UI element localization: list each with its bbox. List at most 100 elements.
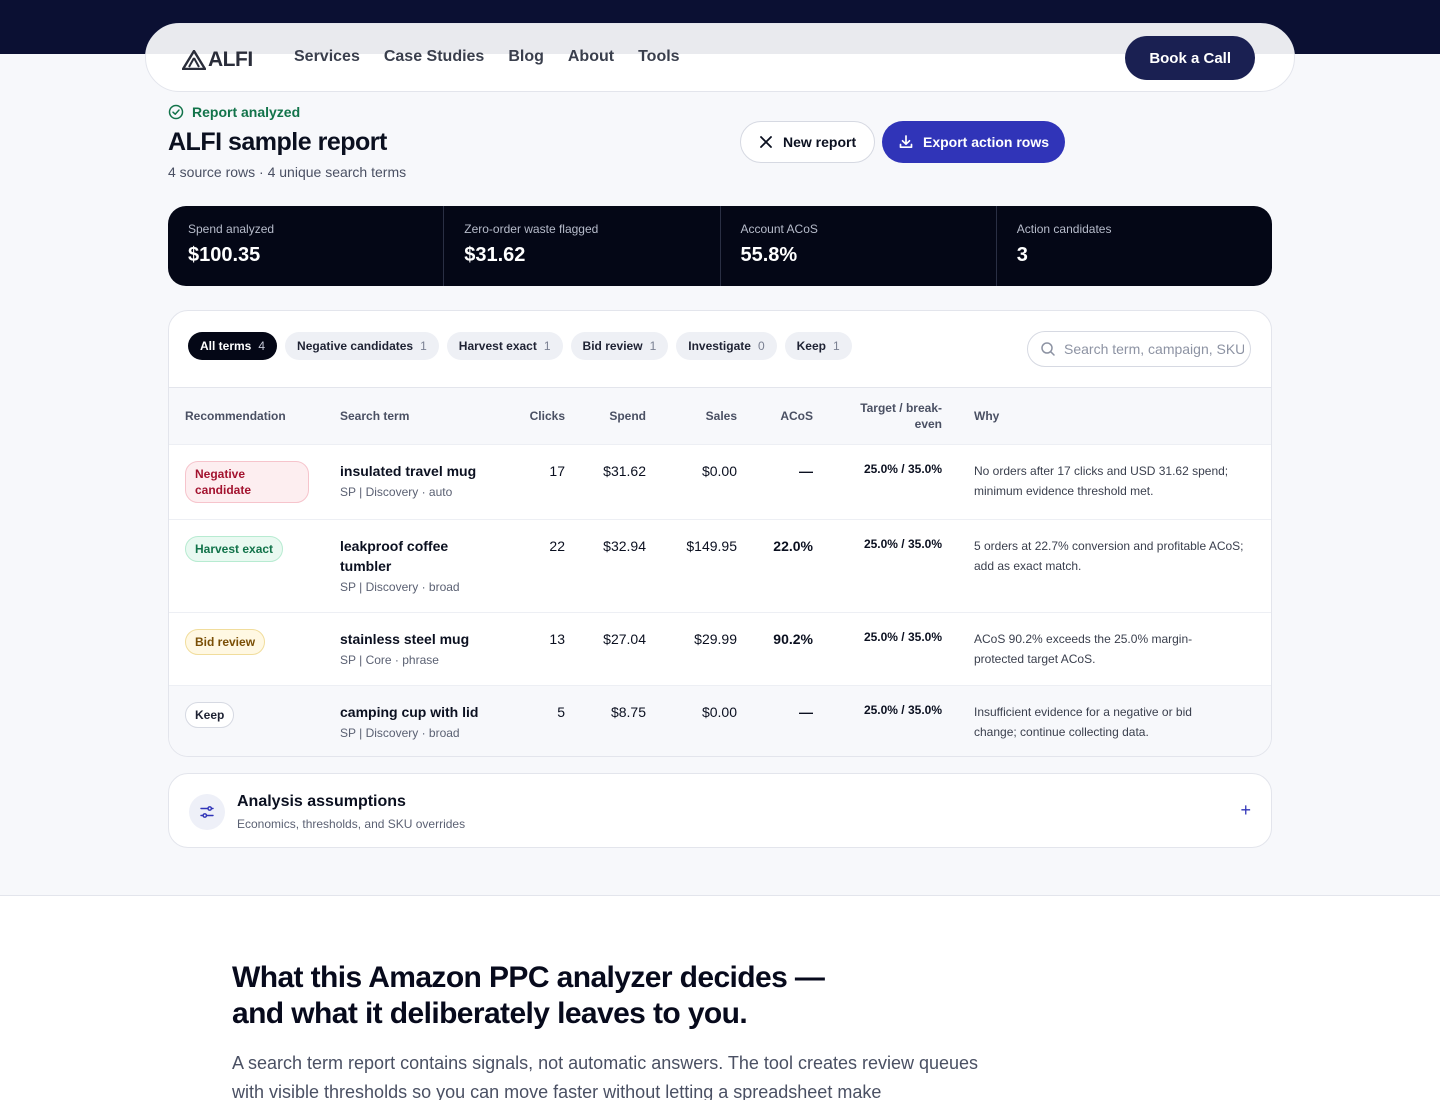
filter-bid-review[interactable]: Bid review 1 [570, 332, 669, 360]
table-row[interactable]: Bid review stainless steel mug SP | Core… [169, 613, 1271, 686]
filter-count: 1 [832, 339, 840, 353]
stat-label: Account ACoS [740, 222, 818, 236]
recommendation-badge: Harvest exact [185, 536, 284, 562]
filter-negative-candidates[interactable]: Negative candidates 1 [285, 332, 439, 360]
col-why: Why [974, 409, 1000, 423]
target-value: 25.0% / 35.0% [863, 537, 942, 551]
filter-all-terms[interactable]: All terms 4 [188, 332, 278, 360]
stat-value: $31.62 [464, 244, 526, 266]
acos-value: 22.0% [773, 538, 813, 554]
campaign-meta: SP | Discovery · broad [340, 580, 460, 594]
search-box [1027, 331, 1251, 367]
spend-value: $32.94 [603, 538, 646, 554]
nav-link-case-studies[interactable]: Case Studies [384, 48, 484, 66]
status-text: Report analyzed [192, 104, 301, 120]
close-icon [760, 136, 772, 148]
target-value: 25.0% / 35.0% [863, 703, 942, 717]
stat-account-acos: Account ACoS 55.8% [719, 206, 996, 286]
recommendation-cell: Keep [185, 702, 235, 728]
report-header: Report analyzed ALFI sample report 4 sou… [168, 100, 1272, 190]
page-title: ALFI sample report [168, 128, 387, 156]
new-report-button[interactable]: New report [740, 121, 876, 163]
search-term-cell: stainless steel mug SP | Core · phrase [340, 629, 500, 667]
filter-count: 4 [258, 339, 266, 353]
col-search-term[interactable]: Search term [340, 408, 409, 424]
recommendation-badge: Keep [185, 702, 235, 728]
export-label: Export action rows [923, 134, 1050, 150]
stat-value: 3 [1016, 244, 1028, 266]
search-term: insulated travel mug [340, 463, 477, 479]
filter-label: Keep [796, 339, 826, 353]
book-call-button[interactable]: Book a Call [1125, 36, 1255, 80]
filter-harvest-exact[interactable]: Harvest exact 1 [446, 332, 563, 360]
search-term-cell: leakproof coffee tumbler SP | Discovery … [340, 536, 500, 594]
table-row[interactable]: Keep camping cup with lid SP | Discovery… [169, 686, 1271, 756]
filter-label: Investigate [688, 339, 751, 353]
stat-label: Zero-order waste flagged [464, 222, 599, 236]
clicks-value: 5 [557, 704, 565, 720]
stat-value: $100.35 [188, 244, 261, 266]
filter-count: 1 [649, 339, 657, 353]
stat-action-candidates: Action candidates 3 [995, 206, 1272, 286]
why-text: Insufficient evidence for a negative or … [974, 705, 1192, 739]
download-icon [899, 135, 913, 149]
nav-link-about[interactable]: About [568, 48, 614, 66]
search-term-cell: insulated travel mug SP | Discovery · au… [340, 461, 500, 499]
search-input[interactable] [1064, 341, 1244, 357]
results-card: All terms 4 Negative candidates 1 Harves… [168, 310, 1272, 757]
new-report-label: New report [783, 134, 857, 150]
explainer-body: A search term report contains signals, n… [232, 1053, 979, 1100]
stat-label: Spend analyzed [188, 222, 275, 236]
why-text: No orders after 17 clicks and USD 31.62 … [974, 464, 1229, 498]
clicks-value: 13 [549, 631, 565, 647]
filter-investigate[interactable]: Investigate 0 [676, 332, 777, 360]
status-line: Report analyzed [168, 104, 300, 120]
col-clicks[interactable]: Clicks [505, 408, 565, 424]
nav-link-blog[interactable]: Blog [508, 48, 544, 66]
sales-value: $29.99 [694, 631, 737, 647]
search-term: stainless steel mug [340, 631, 470, 647]
filter-keep[interactable]: Keep 1 [784, 332, 852, 360]
logo-text: ALFI [208, 48, 253, 71]
sales-value: $0.00 [701, 463, 737, 479]
analysis-assumptions-panel[interactable]: Analysis assumptions Economics, threshol… [168, 773, 1272, 848]
check-circle-icon [168, 104, 184, 120]
sales-value: $0.00 [701, 704, 737, 720]
col-sales[interactable]: Sales [657, 408, 737, 424]
why-text: ACoS 90.2% exceeds the 25.0% margin-prot… [974, 632, 1193, 666]
col-spend[interactable]: Spend [576, 408, 646, 424]
col-target-break-even[interactable]: Target / break-even [841, 400, 942, 432]
campaign-meta: SP | Core · phrase [340, 653, 439, 667]
target-value: 25.0% / 35.0% [863, 630, 942, 644]
filter-count: 0 [757, 339, 765, 353]
sales-value: $149.95 [686, 538, 737, 554]
filter-count: 1 [543, 339, 551, 353]
navbar: ALFI Services Case Studies Blog About To… [145, 23, 1295, 92]
recommendation-badge: Negative candidate [185, 461, 309, 503]
filter-label: Bid review [582, 339, 643, 353]
stat-label: Action candidates [1016, 222, 1112, 236]
nav-link-tools[interactable]: Tools [638, 48, 679, 66]
explainer-section: What this Amazon PPC analyzer decides —a… [0, 895, 1440, 1100]
acos-value: — [799, 704, 813, 720]
clicks-value: 22 [549, 538, 565, 554]
col-recommendation[interactable]: Recommendation [185, 408, 286, 424]
filter-label: Negative candidates [297, 339, 414, 353]
search-icon [1041, 342, 1055, 356]
table-row[interactable]: Harvest exact leakproof coffee tumbler S… [169, 520, 1271, 613]
page-subtitle: 4 source rows · 4 unique search terms [168, 164, 407, 180]
filter-label: All terms [200, 339, 252, 353]
acos-value: — [799, 463, 813, 479]
stat-zero-order-waste: Zero-order waste flagged $31.62 [443, 206, 719, 286]
expand-plus-icon[interactable]: + [1240, 800, 1251, 821]
col-acos[interactable]: ACoS [753, 408, 813, 424]
nav-links: Services Case Studies Blog About Tools [294, 48, 680, 66]
table-row[interactable]: Negative candidate insulated travel mug … [169, 445, 1271, 520]
recommendation-cell: Harvest exact [185, 536, 284, 562]
nav-link-services[interactable]: Services [294, 48, 360, 66]
campaign-meta: SP | Discovery · broad [340, 726, 460, 740]
stat-spend-analyzed: Spend analyzed $100.35 [168, 206, 443, 286]
logo[interactable]: ALFI [182, 48, 253, 72]
stats-bar: Spend analyzed $100.35 Zero-order waste … [168, 206, 1272, 286]
export-action-rows-button[interactable]: Export action rows [882, 121, 1066, 163]
